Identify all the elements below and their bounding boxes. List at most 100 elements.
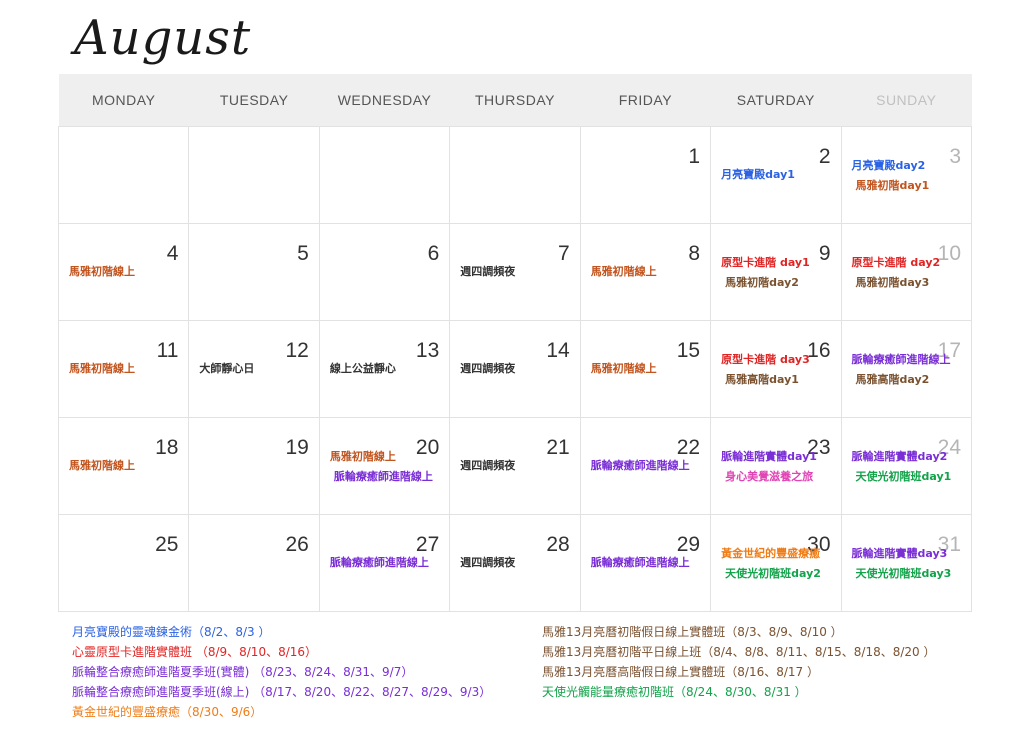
legend-left: 月亮寶殿的靈魂鍊金術（8/2、8/3 ） 心靈原型卡進階實體班 （8/9、8/10… [72, 622, 491, 722]
day-cell-2[interactable]: 2 月亮寶殿day1 [710, 126, 842, 224]
event-label: 天使光初階班day2 [725, 567, 821, 580]
week-row: 25 26 27 脈輪療癒師進階線上 28 週四調頻夜 29 脈輪療癒師進階線上 30 黃金世紀的… [57, 514, 973, 612]
day-cell-12[interactable]: 12 大師靜心日 [188, 320, 320, 418]
day-number: 25 [155, 533, 179, 556]
day-cell-24[interactable]: 24 脈輪進階實體day2 天使光初階班day1 [840, 417, 973, 515]
event-label: 馬雅初階線上 [69, 362, 135, 375]
weekday-5: SATURDAY [710, 74, 842, 127]
weekday-header-row: MONDAY TUESDAY WEDNESDAY THURSDAY FRIDAY SATU… [58, 74, 972, 127]
event-label: 脈輪療癒師進階線上 [329, 556, 429, 569]
empty-day-cell [188, 126, 320, 224]
day-number: 28 [546, 533, 570, 556]
weekday-2: WEDNESDAY [319, 74, 450, 127]
day-cell-5[interactable]: 5 [188, 223, 320, 321]
event-label: 天使光初階班day1 [855, 470, 952, 483]
event-label: 馬雅初階線上 [590, 265, 657, 278]
event-label: 馬雅初階線上 [590, 362, 657, 375]
day-cell-31[interactable]: 31 脈輪進階實體day3 天使光初階班day3 [840, 514, 973, 612]
day-number: 26 [285, 533, 309, 556]
day-cell-11[interactable]: 11 馬雅初階線上 [57, 320, 190, 418]
empty-day-cell [57, 126, 190, 224]
event-label: 馬雅初階day1 [855, 179, 930, 192]
event-label: 脈輪進階實體day3 [851, 547, 948, 560]
day-number: 18 [155, 436, 179, 459]
day-cell-19[interactable]: 19 [188, 417, 320, 515]
event-label: 馬雅初階線上 [69, 265, 135, 278]
event-label: 馬雅高階day2 [855, 373, 930, 386]
day-cell-4[interactable]: 4 馬雅初階線上 [57, 223, 190, 321]
week-row: 4 馬雅初階線上 5 6 7 週四調頻夜 8 馬雅初階線上 9 原型卡進階 day1 馬雅初階day… [57, 223, 973, 321]
day-cell-13[interactable]: 13 線上公益靜心 [318, 320, 451, 418]
day-cell-21[interactable]: 21 週四調頻夜 [449, 417, 581, 515]
day-number: 6 [427, 242, 440, 265]
weekday-1: TUESDAY [188, 74, 320, 127]
day-cell-25[interactable]: 25 [57, 514, 190, 612]
legend-item: 心靈原型卡進階實體班 （8/9、8/10、8/16） [72, 645, 318, 659]
event-label: 原型卡進階 day2 [851, 256, 941, 269]
day-cell-16[interactable]: 16 原型卡進階 day3 馬雅高階day1 [710, 320, 842, 418]
day-cell-7[interactable]: 7 週四調頻夜 [449, 223, 581, 321]
event-label: 週四調頻夜 [460, 362, 516, 375]
empty-day-cell [318, 126, 451, 224]
event-label: 馬雅初階day2 [725, 276, 799, 289]
day-cell-27[interactable]: 27 脈輪療癒師進階線上 [318, 514, 451, 612]
day-cell-3[interactable]: 3 月亮寶殿day2 馬雅初階day1 [840, 126, 973, 224]
day-cell-28[interactable]: 28 週四調頻夜 [449, 514, 581, 612]
day-cell-1[interactable]: 1 [579, 126, 712, 224]
event-label: 大師靜心日 [199, 362, 255, 375]
day-cell-14[interactable]: 14 週四調頻夜 [449, 320, 581, 418]
weekday-0: MONDAY [58, 74, 189, 127]
day-number: 5 [297, 242, 309, 265]
day-cell-17[interactable]: 17 脈輪療癒師進階線上 馬雅高階day2 [840, 320, 973, 418]
day-number: 11 [156, 339, 179, 362]
day-cell-18[interactable]: 18 馬雅初階線上 [57, 417, 190, 515]
event-label: 週四調頻夜 [460, 265, 516, 278]
week-row: 18 馬雅初階線上 19 20 馬雅初階線上 脈輪療癒師進階線上 21 週四調頻夜 22 脈輪療癒… [57, 417, 973, 515]
event-label: 馬雅高階day1 [725, 373, 799, 386]
empty-day-cell [449, 126, 581, 224]
day-cell-22[interactable]: 22 脈輪療癒師進階線上 [579, 417, 712, 515]
day-cell-30[interactable]: 30 黃金世紀的豐盛療癒 天使光初階班day2 [710, 514, 842, 612]
day-number: 14 [546, 339, 570, 362]
legend-item: 月亮寶殿的靈魂鍊金術（8/2、8/3 ） [72, 625, 271, 639]
day-number: 12 [285, 339, 309, 362]
weekday-4: FRIDAY [580, 74, 711, 127]
legend-item: 脈輪整合療癒師進階夏季班(實體) （8/23、8/24、8/31、9/7） [72, 665, 414, 679]
event-label: 身心美覺滋養之旅 [725, 470, 814, 483]
day-number: 1 [688, 145, 701, 168]
day-cell-26[interactable]: 26 [188, 514, 320, 612]
day-cell-29[interactable]: 29 脈輪療癒師進階線上 [579, 514, 712, 612]
legend-item: 脈輪整合療癒師進階夏季班(線上) （8/17、8/20、8/22、8/27、8/… [72, 685, 492, 699]
day-number: 2 [818, 145, 831, 168]
event-label: 脈輪進階實體day2 [851, 450, 948, 463]
event-label: 脈輪療癒師進階線上 [590, 556, 690, 569]
legend-item: 馬雅13月亮曆初階平日線上班（8/4、8/8、8/11、8/15、8/18、8/… [542, 645, 936, 659]
legend-right: 馬雅13月亮曆初階假日線上實體班（8/3、8/9、8/10 ） 馬雅13月亮曆初階… [542, 622, 936, 702]
event-label: 原型卡進階 day3 [721, 353, 810, 366]
weekday-3: THURSDAY [449, 74, 581, 127]
event-label: 馬雅初階day3 [855, 276, 930, 289]
weekday-6: SUNDAY [841, 74, 972, 127]
event-label: 脈輪療癒師進階線上 [333, 470, 433, 483]
event-label: 週四調頻夜 [460, 556, 516, 569]
week-row: 1 2 月亮寶殿day1 3 月亮寶殿day2 馬雅初階day1 [57, 126, 973, 224]
event-label: 脈輪進階實體day1 [721, 450, 817, 463]
day-cell-8[interactable]: 8 馬雅初階線上 [579, 223, 712, 321]
week-row: 11 馬雅初階線上 12 大師靜心日 13 線上公益靜心 14 週四調頻夜 15 馬雅初階線上 16… [57, 320, 973, 418]
event-label: 馬雅初階線上 [329, 450, 396, 463]
day-cell-6[interactable]: 6 [318, 223, 451, 321]
legend-item: 天使光觸能量療癒初階班（8/24、8/30、8/31 ） [542, 685, 807, 699]
day-cell-9[interactable]: 9 原型卡進階 day1 馬雅初階day2 [710, 223, 842, 321]
day-cell-23[interactable]: 23 脈輪進階實體day1 身心美覺滋養之旅 [710, 417, 842, 515]
event-label: 天使光初階班day3 [855, 567, 952, 580]
event-label: 黃金世紀的豐盛療癒 [721, 547, 821, 560]
event-label: 月亮寶殿day1 [721, 168, 795, 181]
event-label: 線上公益靜心 [329, 362, 396, 375]
day-number: 3 [949, 145, 961, 168]
day-number: 15 [676, 339, 701, 362]
event-label: 原型卡進階 day1 [721, 256, 810, 269]
day-cell-10[interactable]: 10 原型卡進階 day2 馬雅初階day3 [840, 223, 973, 321]
day-cell-20[interactable]: 20 馬雅初階線上 脈輪療癒師進階線上 [318, 417, 451, 515]
day-cell-15[interactable]: 15 馬雅初階線上 [579, 320, 712, 418]
calendar-body: 1 2 月亮寶殿day1 3 月亮寶殿day2 馬雅初階day1 4 馬雅初階線上 5 6 7 週四調… [57, 126, 973, 612]
